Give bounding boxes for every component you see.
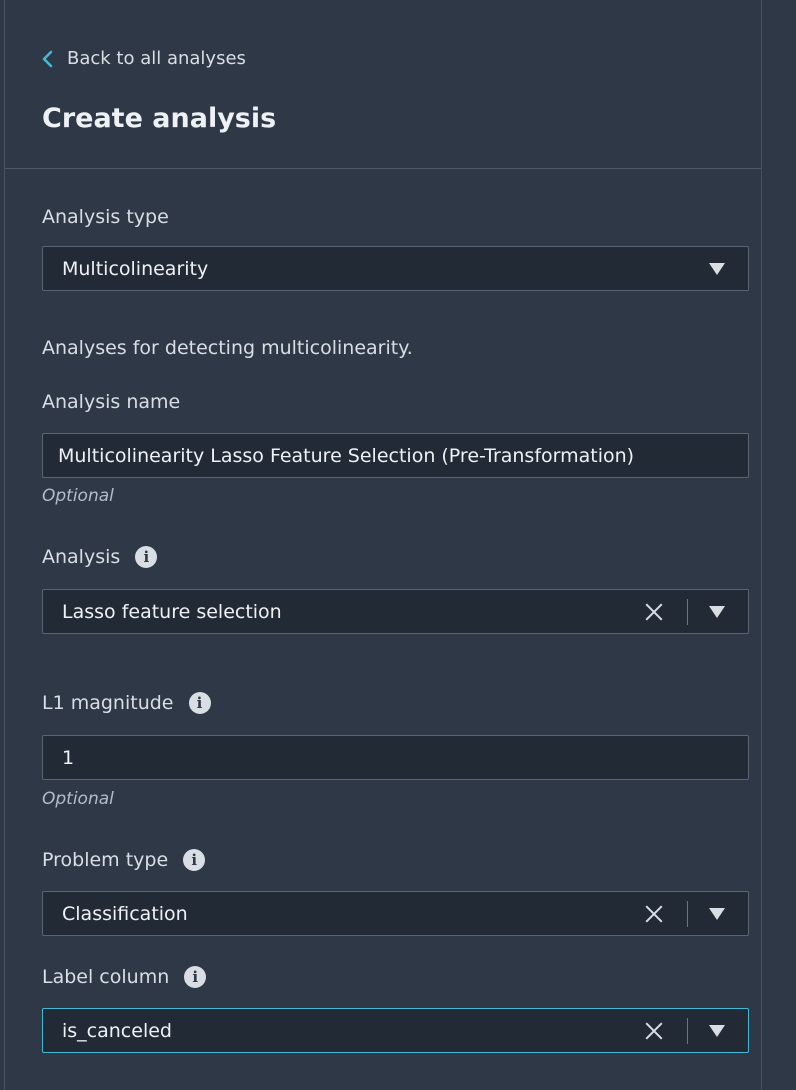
info-icon[interactable]: i — [183, 849, 206, 871]
close-icon[interactable] — [644, 1021, 664, 1041]
label-column-label: Label column i — [42, 966, 207, 988]
info-icon[interactable]: i — [184, 966, 207, 988]
analysis-label: Analysis i — [42, 546, 158, 568]
close-icon[interactable] — [644, 904, 664, 924]
close-icon[interactable] — [644, 602, 664, 622]
divider — [687, 1017, 688, 1044]
back-link-label: Back to all analyses — [67, 48, 246, 69]
analysis-type-label-text: Analysis type — [42, 206, 169, 228]
divider — [687, 900, 688, 927]
analysis-name-value: Multicolinearity Lasso Feature Selection… — [58, 444, 635, 467]
l1-magnitude-label: L1 magnitude i — [42, 692, 211, 714]
analysis-type-value: Multicolinearity — [62, 257, 209, 280]
analysis-name-label-text: Analysis name — [42, 391, 181, 413]
info-icon[interactable]: i — [135, 546, 158, 568]
l1-magnitude-input[interactable]: 1 — [42, 735, 749, 780]
problem-type-select[interactable]: Classification — [42, 891, 749, 936]
create-analysis-panel: Back to all analyses Create analysis Ana… — [4, 0, 762, 1090]
analysis-type-description: Analyses for detecting multicolinearity. — [42, 337, 413, 359]
caret-down-icon[interactable] — [709, 907, 725, 920]
analysis-type-label: Analysis type — [42, 206, 169, 228]
analysis-name-optional-hint: Optional — [42, 486, 114, 506]
caret-down-icon[interactable] — [709, 605, 725, 618]
analysis-name-label: Analysis name — [42, 391, 180, 413]
back-to-analyses-link[interactable]: Back to all analyses — [41, 48, 246, 69]
caret-down-icon[interactable] — [709, 262, 725, 275]
divider — [687, 598, 688, 625]
chevron-left-icon — [42, 50, 53, 67]
info-icon[interactable]: i — [188, 692, 211, 714]
label-column-value: is_canceled — [62, 1019, 172, 1042]
caret-down-icon[interactable] — [709, 1024, 725, 1037]
panel-header: Back to all analyses Create analysis — [5, 0, 761, 169]
l1-magnitude-value: 1 — [62, 746, 75, 769]
analysis-label-text: Analysis — [42, 546, 121, 568]
label-column-select[interactable]: is_canceled — [42, 1008, 749, 1053]
problem-type-value: Classification — [62, 902, 188, 925]
analysis-name-input[interactable]: Multicolinearity Lasso Feature Selection… — [42, 433, 749, 478]
label-column-label-text: Label column — [42, 966, 170, 988]
analysis-select[interactable]: Lasso feature selection — [42, 589, 749, 634]
l1-magnitude-label-text: L1 magnitude — [42, 692, 174, 714]
page-title: Create analysis — [42, 103, 277, 134]
analysis-value: Lasso feature selection — [62, 600, 282, 623]
problem-type-label: Problem type i — [42, 849, 206, 871]
l1-magnitude-optional-hint: Optional — [42, 789, 114, 809]
analysis-type-select[interactable]: Multicolinearity — [42, 246, 749, 291]
problem-type-label-text: Problem type — [42, 849, 169, 871]
